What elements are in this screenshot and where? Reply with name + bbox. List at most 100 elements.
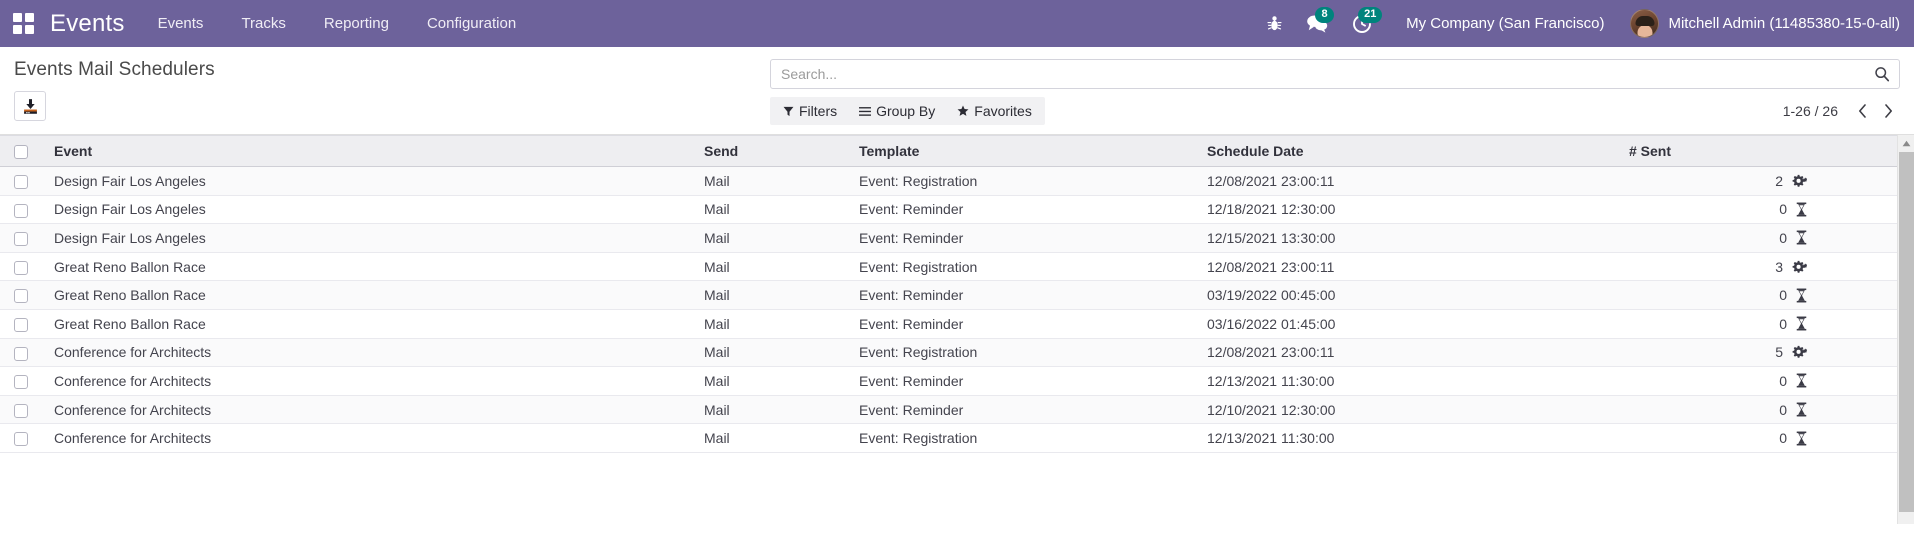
row-checkbox[interactable] (14, 317, 28, 332)
cell-sent: 5 (1621, 338, 1815, 368)
row-checkbox[interactable] (14, 403, 28, 418)
row-checkbox[interactable] (14, 432, 28, 447)
cell-schedule-date: 12/08/2021 23:00:11 (1199, 252, 1621, 282)
hourglass-icon[interactable] (1796, 431, 1807, 446)
pager-next-button[interactable] (1876, 98, 1900, 124)
hourglass-icon[interactable] (1796, 202, 1807, 217)
funnel-icon (783, 106, 794, 116)
column-header-sent[interactable]: # Sent (1621, 135, 1815, 167)
favorites-button[interactable]: Favorites (946, 98, 1043, 124)
menu-item-configuration[interactable]: Configuration (408, 0, 535, 47)
vertical-scrollbar[interactable] (1897, 135, 1914, 524)
cell-event: Great Reno Ballon Race (46, 252, 696, 282)
cell-sent: 0 (1621, 395, 1815, 425)
scroll-up-button[interactable] (1898, 135, 1914, 152)
table-row[interactable]: Great Reno Ballon Race Mail Event: Registr… (0, 252, 1897, 282)
table-row[interactable]: Design Fair Los Angeles Mail Event: Regist… (0, 166, 1897, 196)
group-by-label: Group By (876, 103, 936, 119)
table-row[interactable]: Conference for Architects Mail Event: Regi… (0, 338, 1897, 368)
hourglass-icon[interactable] (1796, 373, 1807, 388)
row-checkbox[interactable] (14, 289, 28, 304)
cogs-icon[interactable] (1792, 345, 1807, 359)
row-checkbox[interactable] (14, 346, 28, 361)
sent-count: 0 (1779, 372, 1787, 389)
row-checkbox[interactable] (14, 375, 28, 390)
row-checkbox[interactable] (14, 174, 28, 189)
select-all-checkbox[interactable] (14, 145, 28, 160)
row-checkbox[interactable] (14, 203, 28, 218)
search-input[interactable] (781, 61, 1874, 87)
cell-optional (1815, 309, 1897, 339)
search-icon[interactable] (1874, 66, 1890, 82)
menu-item-tracks[interactable]: Tracks (222, 0, 304, 47)
cell-schedule-date: 12/13/2021 11:30:00 (1199, 366, 1621, 396)
messages-button[interactable]: 8 (1294, 0, 1340, 47)
sent-count: 0 (1779, 430, 1787, 447)
cell-send: Mail (696, 195, 851, 225)
apps-grid-icon (12, 13, 34, 34)
hourglass-icon[interactable] (1796, 230, 1807, 245)
cell-optional (1815, 338, 1897, 368)
cell-template: Event: Reminder (851, 223, 1199, 253)
cell-schedule-date: 12/15/2021 13:30:00 (1199, 223, 1621, 253)
cell-template: Event: Reminder (851, 366, 1199, 396)
hourglass-icon[interactable] (1796, 402, 1807, 417)
cell-event: Design Fair Los Angeles (46, 223, 696, 253)
user-menu[interactable]: Mitchell Admin (11485380-15-0-all) (1620, 0, 1914, 47)
apps-menu-button[interactable] (0, 0, 46, 47)
scrollbar-thumb[interactable] (1899, 152, 1914, 512)
avatar (1630, 9, 1660, 38)
company-switcher[interactable]: My Company (San Francisco) (1384, 0, 1620, 47)
cogs-icon[interactable] (1792, 260, 1807, 274)
column-header-send[interactable]: Send (696, 135, 851, 167)
star-icon (957, 105, 969, 116)
import-records-button[interactable] (14, 91, 46, 121)
cell-event: Conference for Architects (46, 395, 696, 425)
cell-event: Conference for Architects (46, 338, 696, 368)
table-row[interactable]: Design Fair Los Angeles Mail Event: Remind… (0, 223, 1897, 253)
group-by-button[interactable]: Group By (848, 98, 946, 124)
sent-count: 0 (1779, 229, 1787, 246)
table-row[interactable]: Conference for Architects Mail Event: Remi… (0, 395, 1897, 425)
sent-count: 3 (1775, 258, 1783, 275)
cell-schedule-date: 12/08/2021 23:00:11 (1199, 166, 1621, 196)
column-header-template[interactable]: Template (851, 135, 1199, 167)
favorites-label: Favorites (974, 103, 1032, 119)
pager-range: 1-26 / 26 (1782, 103, 1838, 119)
cell-send: Mail (696, 366, 851, 396)
cell-optional (1815, 280, 1897, 310)
cell-sent: 0 (1621, 309, 1815, 339)
app-brand-events[interactable]: Events (46, 10, 139, 38)
filter-group: Filters Group By Favorites (770, 97, 1045, 125)
table-row[interactable]: Conference for Architects Mail Event: Regi… (0, 423, 1897, 453)
column-header-schedule-date[interactable]: Schedule Date (1199, 135, 1621, 167)
row-select-cell (0, 366, 46, 396)
table-row[interactable]: Great Reno Ballon Race Mail Event: Reminde… (0, 309, 1897, 339)
bars-icon (859, 106, 872, 116)
search-box[interactable] (770, 59, 1900, 89)
cell-send: Mail (696, 395, 851, 425)
navbar-system-icons: 8 21 (1255, 0, 1384, 47)
column-header-event[interactable]: Event (46, 135, 696, 167)
sent-count: 0 (1779, 201, 1787, 218)
row-select-cell (0, 223, 46, 253)
menu-item-events[interactable]: Events (139, 0, 223, 47)
cell-event: Great Reno Ballon Race (46, 280, 696, 310)
hourglass-icon[interactable] (1796, 316, 1807, 331)
activities-button[interactable]: 21 (1340, 0, 1384, 47)
hourglass-icon[interactable] (1796, 288, 1807, 303)
cell-optional (1815, 223, 1897, 253)
menu-item-reporting[interactable]: Reporting (305, 0, 408, 47)
row-checkbox[interactable] (14, 232, 28, 247)
table-row[interactable]: Conference for Architects Mail Event: Remi… (0, 366, 1897, 396)
table-row[interactable]: Design Fair Los Angeles Mail Event: Remind… (0, 195, 1897, 225)
pager: 1-26 / 26 (1783, 98, 1900, 124)
table-body: Design Fair Los Angeles Mail Event: Regist… (0, 166, 1897, 453)
top-navbar: Events Events Tracks Reporting Configura… (0, 0, 1914, 47)
row-checkbox[interactable] (14, 260, 28, 275)
debug-button[interactable] (1255, 0, 1294, 47)
table-row[interactable]: Great Reno Ballon Race Mail Event: Reminde… (0, 280, 1897, 310)
pager-previous-button[interactable] (1850, 98, 1874, 124)
filters-button[interactable]: Filters (772, 98, 848, 124)
cogs-icon[interactable] (1792, 174, 1807, 188)
